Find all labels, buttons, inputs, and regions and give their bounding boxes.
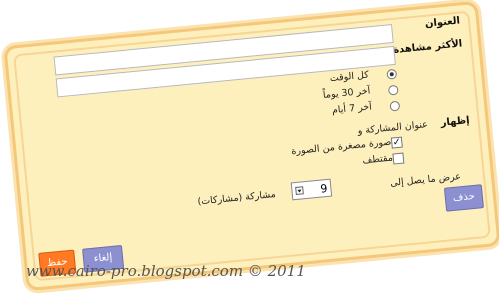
stage: العنوان الأكثر مشاهدة كل الوقت آخر 30 يو…: [0, 0, 499, 305]
post-count-value: 9: [319, 181, 328, 196]
delete-button[interactable]: حذف: [443, 184, 485, 212]
watermark-text: www.cairo-pro.blogspot.com © 2011: [26, 262, 306, 280]
chevron-down-icon: [295, 186, 304, 196]
widget-config-panel: العنوان الأكثر مشاهدة كل الوقت آخر 30 يو…: [3, 0, 499, 292]
checkbox-thumbnail[interactable]: ✓: [390, 136, 403, 149]
post-count-select[interactable]: 9: [290, 178, 333, 201]
checkbox-snippet[interactable]: [392, 152, 405, 165]
